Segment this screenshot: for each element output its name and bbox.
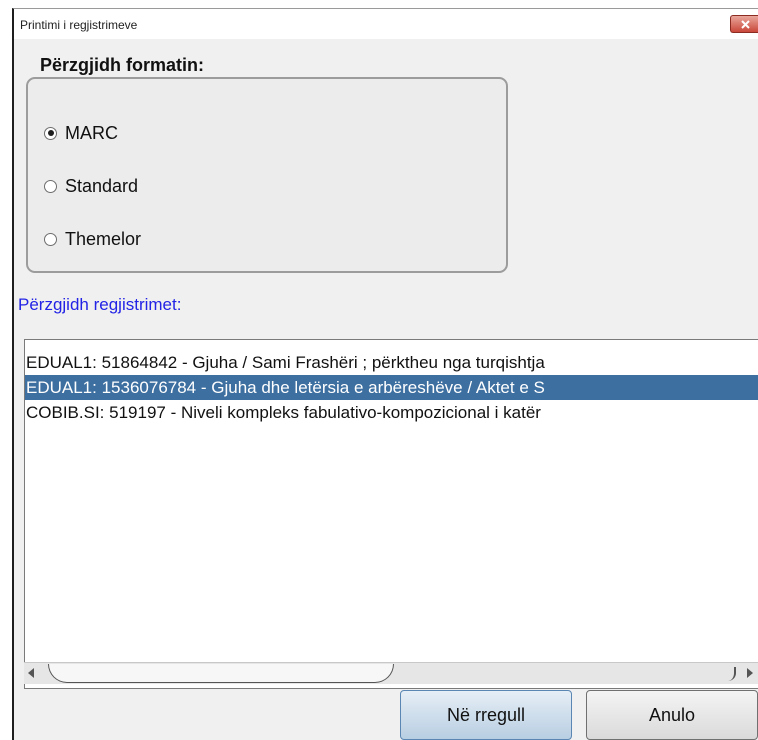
scrollbar-thumb[interactable] <box>48 664 394 683</box>
format-option-standard[interactable]: Standard <box>44 174 138 198</box>
close-button[interactable] <box>730 15 758 33</box>
scrollbar-track-end <box>728 667 736 681</box>
scroll-left-icon[interactable] <box>28 668 34 678</box>
list-item-selected[interactable]: EDUAL1: 1536076784 - Gjuha dhe letërsia … <box>25 375 758 400</box>
format-option-label: MARC <box>65 122 118 143</box>
format-group: MARC Standard Themelor <box>26 77 508 273</box>
close-icon <box>741 20 750 29</box>
format-option-marc[interactable]: MARC <box>44 121 118 145</box>
print-records-dialog: Printimi i regjistrimeve Përzgjidh forma… <box>12 8 758 740</box>
records-list[interactable]: EDUAL1: 51864842 - Gjuha / Sami Frashëri… <box>24 339 758 689</box>
title-bar: Printimi i regjistrimeve <box>14 9 758 39</box>
radio-button[interactable] <box>44 179 57 193</box>
format-option-label: Standard <box>65 175 139 196</box>
list-item[interactable]: COBIB.SI: 519197 - Niveli kompleks fabul… <box>25 400 758 425</box>
ok-button[interactable]: Në rregull <box>400 690 572 740</box>
format-option-themelor[interactable]: Themelor <box>44 227 141 251</box>
radio-button[interactable] <box>44 232 57 246</box>
window-title: Printimi i regjistrimeve <box>20 18 138 32</box>
format-heading: Përzgjidh formatin: <box>40 55 205 75</box>
format-option-label: Themelor <box>65 228 142 249</box>
list-item[interactable]: EDUAL1: 51864842 - Gjuha / Sami Frashëri… <box>25 350 758 375</box>
scroll-right-icon[interactable] <box>747 668 753 678</box>
radio-button[interactable] <box>44 126 57 140</box>
cancel-button[interactable]: Anulo <box>586 690 758 740</box>
records-label: Përzgjidh regjistrimet: <box>18 295 182 314</box>
horizontal-scrollbar[interactable] <box>24 662 758 684</box>
